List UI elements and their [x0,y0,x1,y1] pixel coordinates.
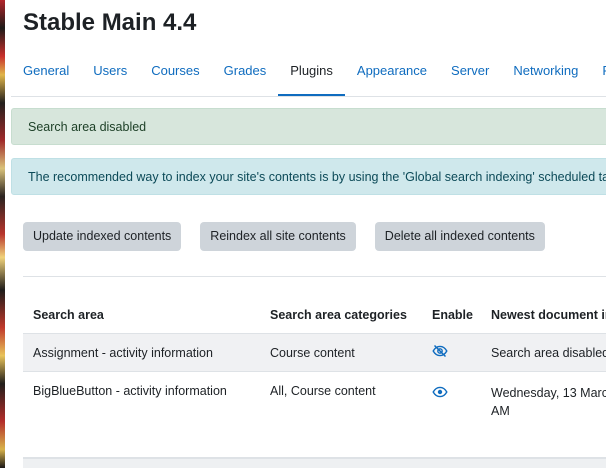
search-area-categories: Course content [270,345,355,360]
enable-toggle[interactable] [422,343,481,362]
page-title: Stable Main 4.4 [23,9,197,36]
delete-indexed-contents-button[interactable]: Delete all indexed contents [374,222,545,251]
success-alert: Search area disabled [11,108,606,145]
newest-document-status: Search area disabled [491,345,606,360]
update-indexed-contents-button[interactable]: Update indexed contents [23,222,182,251]
newest-document-date: Wednesday, 13 March AM [481,384,606,420]
tab-general[interactable]: General [11,52,81,96]
tab-plugins[interactable]: Plugins [278,52,345,96]
search-areas-table: Search area Search area categories Enabl… [23,296,606,458]
info-alert: The recommended way to index your site's… [11,158,606,195]
column-header-categories: Search area categories [270,307,407,322]
eye-slash-icon[interactable] [432,343,448,359]
column-header-search-area[interactable]: Search area [23,308,260,322]
table-row: BigBlueButton - activity information All… [23,372,606,458]
eye-icon[interactable] [432,384,448,400]
admin-page: Stable Main 4.4 General Users Courses Gr… [11,0,606,468]
admin-tab-bar: General Users Courses Grades Plugins App… [11,52,606,97]
tab-networking[interactable]: Networking [501,52,590,96]
reindex-all-button[interactable]: Reindex all site contents [200,222,356,251]
newest-document-date-line2: AM [491,404,510,418]
newest-document-date-line1: Wednesday, 13 March [491,386,606,400]
search-actions: Update indexed contents Reindex all site… [23,222,564,251]
info-alert-text: The recommended way to index your site's… [28,169,606,184]
tab-grades[interactable]: Grades [212,52,279,96]
enable-toggle[interactable] [422,384,481,403]
table-row: Assignment - activity information Course… [23,334,606,372]
section-divider [23,276,606,277]
tab-appearance[interactable]: Appearance [345,52,439,96]
tab-users[interactable]: Users [81,52,139,96]
search-area-categories: All, Course content [270,384,376,398]
column-header-enable: Enable [432,307,473,322]
search-area-name: BigBlueButton - activity information [33,384,227,398]
tab-courses[interactable]: Courses [139,52,211,96]
search-area-name: Assignment - activity information [33,345,213,360]
left-decorative-stripe [0,0,5,468]
next-table-row [23,458,606,468]
column-header-newest-document: Newest document in [491,307,606,322]
tab-server[interactable]: Server [439,52,501,96]
table-header-row: Search area Search area categories Enabl… [23,296,606,334]
tab-reports[interactable]: R [590,52,606,96]
success-alert-text: Search area disabled [28,119,147,134]
